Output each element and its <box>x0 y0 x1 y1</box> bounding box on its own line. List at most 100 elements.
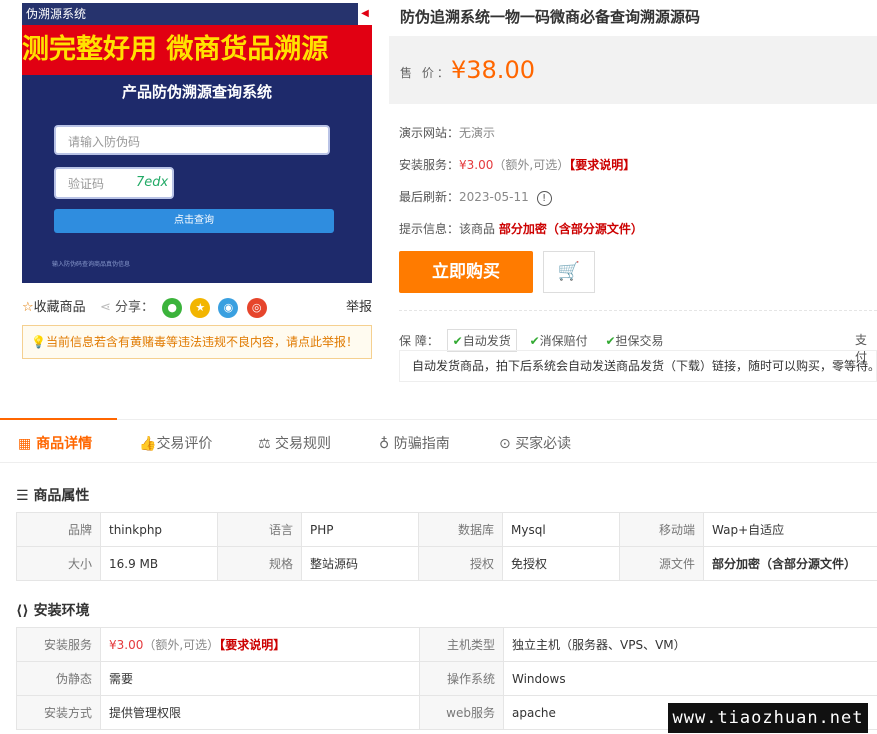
guarantee-compensation[interactable]: ✔消保赔付 <box>525 330 593 351</box>
list-search-icon: ☰ <box>16 488 34 504</box>
image-captcha-code: 7edx <box>136 175 169 190</box>
image-query-button: 点击查询 <box>54 209 334 233</box>
env-install-price: ¥3.00 <box>109 638 144 652</box>
guarantee-escrow[interactable]: ✔担保交易 <box>600 330 668 351</box>
check-icon: ✔ <box>529 334 540 348</box>
buy-now-button[interactable]: 立即购买 <box>399 251 533 293</box>
last-refresh-value: 2023-05-11 <box>459 190 529 204</box>
product-image[interactable]: 伪溯源系统 ◀ 测完整好用 微商货品溯源 产品防伪溯源查询系统 请输入防伪码 验… <box>22 3 372 283</box>
attr-key: 源文件 <box>619 546 704 581</box>
table-row: 大小 16.9 MB 规格 整站源码 授权 免授权 源文件 部分加密（含部分源文件） <box>16 546 877 581</box>
env-key: 安装服务 <box>16 627 101 662</box>
image-code-input: 请输入防伪码 <box>54 125 330 155</box>
weibo-icon[interactable]: ◎ <box>246 297 267 318</box>
demo-site-value: 无演示 <box>459 126 496 140</box>
last-refresh-label: 最后刷新： <box>399 190 460 204</box>
env-value: Windows <box>503 661 877 696</box>
notice-text: 当前信息若含有黄赌毒等违法违规不良内容，请点此举报！ <box>45 335 358 349</box>
product-title: 防伪追溯系统一物一码微商必备查询溯源源码 <box>400 8 701 26</box>
attr-value: thinkphp <box>100 512 218 547</box>
env-key: 操作系统 <box>419 661 504 696</box>
install-service-row: 安装服务：¥3.00（额外,可选）【要求说明】 <box>399 156 635 173</box>
price-label: 售 价： <box>400 66 452 80</box>
attr-value: 16.9 MB <box>100 546 218 581</box>
attributes-heading: ☰ 商品属性 <box>16 485 89 505</box>
attr-value: 免授权 <box>502 546 620 581</box>
share-bar: ⋖ 分享： ● ★ ◉ ◎ <box>100 296 267 318</box>
tip-row: 提示信息：该商品 部分加密（含部分源文件） <box>399 220 643 237</box>
tab-label: 交易规则 <box>275 436 332 452</box>
demo-site-label: 演示网站： <box>399 126 460 140</box>
environment-title: 安装环境 <box>33 603 90 619</box>
env-key: 伪静态 <box>16 661 101 696</box>
tab-label: 交易评价 <box>156 436 213 452</box>
image-footnote: 输入防伪码查询商品真伪信息 <box>52 261 131 268</box>
tab-trade-rules[interactable]: ⚖ 交易规则 <box>258 433 331 453</box>
env-value: 需要 <box>100 661 420 696</box>
qq-icon[interactable]: ◉ <box>218 297 239 318</box>
attr-value: 整站源码 <box>301 546 419 581</box>
qzone-icon[interactable]: ★ <box>190 297 211 318</box>
install-requirements-link[interactable]: 【要求说明】 <box>569 158 635 172</box>
guarantee-auto-ship[interactable]: ✔自动发货 <box>446 329 517 352</box>
env-value: 独立主机（服务器、VPS、VM） <box>503 627 877 662</box>
attr-key: 规格 <box>217 546 302 581</box>
table-row: 伪静态 需要 操作系统 Windows <box>16 661 877 696</box>
attr-key: 授权 <box>418 546 503 581</box>
attr-key: 品牌 <box>16 512 101 547</box>
tip-prefix: 该商品 <box>459 222 496 236</box>
attributes-title: 商品属性 <box>33 488 90 504</box>
env-key: 安装方式 <box>16 695 101 730</box>
attr-key: 大小 <box>16 546 101 581</box>
guarantee-tag-label: 自动发货 <box>462 334 511 348</box>
list-icon: ▦ <box>18 436 37 452</box>
env-key: 主机类型 <box>419 627 504 662</box>
install-service-price: ¥3.00 <box>459 158 494 172</box>
lightbulb-icon: 💡 <box>31 335 46 349</box>
tab-label: 买家必读 <box>515 436 572 452</box>
attr-key: 移动端 <box>619 512 704 547</box>
guarantee-tag-label: 消保赔付 <box>539 334 588 348</box>
tab-reviews[interactable]: 👍交易评价 <box>139 433 212 453</box>
tab-active-indicator <box>0 418 117 420</box>
attr-key: 语言 <box>217 512 302 547</box>
tip-highlight: 部分加密（含部分源文件） <box>498 222 643 236</box>
table-row: 品牌 thinkphp 语言 PHP 数据库 Mysql 移动端 Wap+自适应 <box>16 512 877 547</box>
image-nav-arrow-icon[interactable]: ◀ <box>358 3 372 25</box>
info-circle-icon[interactable]: ! <box>536 191 552 206</box>
environment-heading: ⟨⟩ 安装环境 <box>16 600 90 620</box>
star-icon: ☆ <box>22 300 34 315</box>
wechat-icon[interactable]: ● <box>162 297 183 318</box>
report-notice[interactable]: 💡当前信息若含有黄赌毒等违法违规不良内容，请点此举报！ <box>22 325 372 359</box>
thumbs-up-icon: 👍 <box>139 436 157 452</box>
cart-icon[interactable]: 🛒 <box>543 251 595 293</box>
tab-label: 防骗指南 <box>393 436 450 452</box>
env-requirements-link[interactable]: 【要求说明】 <box>219 638 285 652</box>
guarantee-tag-label: 担保交易 <box>615 334 664 348</box>
install-service-extra: （额外,可选） <box>493 158 570 172</box>
demo-site-row: 演示网站：无演示 <box>399 124 495 141</box>
attr-key: 数据库 <box>418 512 503 547</box>
attr-value: Wap+自适应 <box>703 512 877 547</box>
install-service-label: 安装服务： <box>399 158 460 172</box>
scale-icon: ⚖ <box>258 436 276 452</box>
tab-buyer-notes[interactable]: ⊙ 买家必读 <box>499 433 571 453</box>
tab-anti-fraud[interactable]: ♁ 防骗指南 <box>379 433 450 453</box>
attributes-table: 品牌 thinkphp 语言 PHP 数据库 Mysql 移动端 Wap+自适应 大小 1… <box>16 512 877 581</box>
auto-ship-description: 自动发货商品，拍下后系统会自动发送商品发货（下载）链接，随时可以购买，零等待。 <box>399 350 877 382</box>
last-refresh-row: 最后刷新：2023-05-11 ! <box>399 188 552 206</box>
favorite-label: 收藏商品 <box>33 300 86 315</box>
share-icon: ⋖ <box>100 300 111 315</box>
divider <box>399 310 877 311</box>
guarantee-row: 保 障： ✔自动发货 ✔消保赔付 ✔担保交易 <box>399 329 669 352</box>
env-install-extra: （额外,可选） <box>143 638 220 652</box>
attr-value: Mysql <box>502 512 620 547</box>
tab-product-details[interactable]: ▦ 商品详情 <box>18 433 92 453</box>
env-value: 提供管理权限 <box>100 695 420 730</box>
image-banner: 测完整好用 微商货品溯源 <box>22 25 372 75</box>
image-system-title: 产品防伪溯源查询系统 <box>121 83 272 101</box>
report-link[interactable]: 举报 <box>346 296 372 315</box>
env-key: web服务 <box>419 695 504 730</box>
favorite-button[interactable]: ☆收藏商品 <box>22 296 86 315</box>
check-icon: ✔ <box>452 334 463 348</box>
